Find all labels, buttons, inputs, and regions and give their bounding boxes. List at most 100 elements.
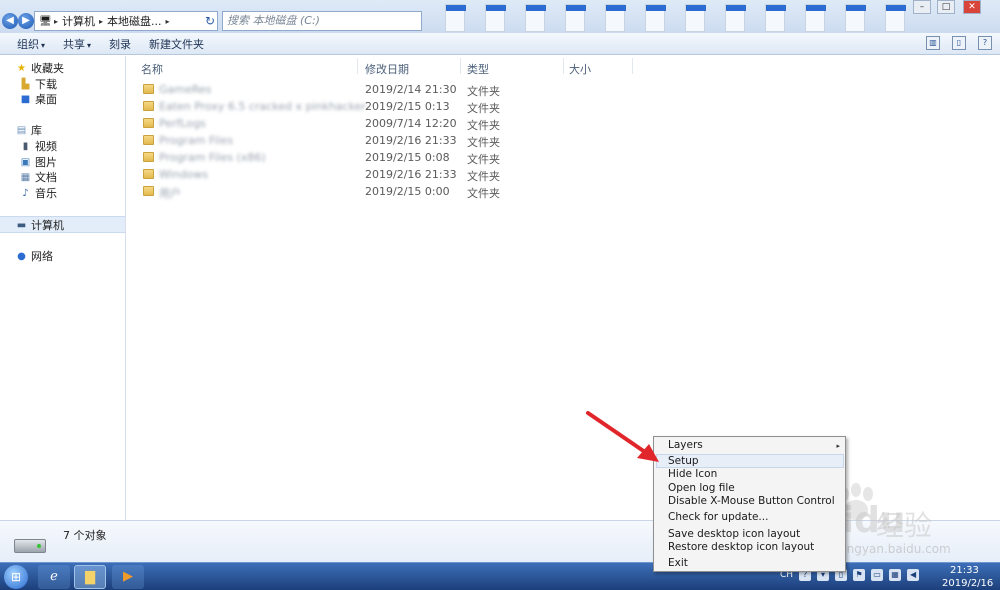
file-type: 文件夹 xyxy=(467,170,500,183)
clock-date[interactable]: 2019/2/16 xyxy=(942,578,993,589)
column-divider[interactable] xyxy=(357,58,358,74)
chevron-right-icon: ▸ xyxy=(165,16,170,26)
table-row[interactable]: Windows 2019/2/16 21:33 文件夹 xyxy=(141,167,541,183)
nav-label: 桌面 xyxy=(35,93,57,106)
table-row[interactable]: Program Files (x86) 2019/2/15 0:08 文件夹 xyxy=(141,150,541,166)
downloads-folder-icon: ▙ xyxy=(21,78,30,90)
table-row[interactable]: PerfLogs 2009/7/14 12:20 文件夹 xyxy=(141,116,541,132)
menu-label: Layers xyxy=(668,439,703,451)
column-divider[interactable] xyxy=(460,58,461,74)
column-modified[interactable]: 修改日期 xyxy=(365,61,409,77)
watermark-cn: 经验 xyxy=(876,509,933,542)
desktop-file-icon xyxy=(845,4,866,32)
clock-time[interactable]: 21:33 xyxy=(950,565,979,576)
menu-item-check-update[interactable]: Check for update... xyxy=(668,511,768,523)
nav-item-network[interactable]: ● 网络 xyxy=(16,249,53,263)
chevron-down-icon: ▾ xyxy=(41,40,46,50)
menu-item-save-layout[interactable]: Save desktop icon layout xyxy=(668,528,800,540)
breadcrumb-local-disk[interactable]: 本地磁盘... xyxy=(107,13,162,29)
file-name: Eaten Proxy 6.5 cracked x pinkhacker xyxy=(159,100,366,113)
column-divider[interactable] xyxy=(632,58,633,74)
file-date: 2019/2/16 21:33 xyxy=(365,168,457,181)
file-name: Program Files xyxy=(159,134,234,147)
menu-item-open-log[interactable]: Open log file xyxy=(668,482,735,494)
network-icon[interactable]: ▦ xyxy=(889,569,902,581)
file-name: GameRes xyxy=(159,83,212,96)
file-type: 文件夹 xyxy=(467,136,500,149)
star-icon: ★ xyxy=(17,62,26,74)
forward-icon[interactable]: ▶ xyxy=(18,13,34,29)
table-row[interactable]: Eaten Proxy 6.5 cracked x pinkhacker 201… xyxy=(141,99,541,115)
organize-button[interactable]: 组织 ▾ xyxy=(8,36,54,52)
nav-item-desktop[interactable]: ■ 桌面 xyxy=(20,92,57,106)
column-divider[interactable] xyxy=(563,58,564,74)
nav-item-downloads[interactable]: ▙ 下载 xyxy=(20,77,57,91)
table-row[interactable]: Program Files 2019/2/16 21:33 文件夹 xyxy=(141,133,541,149)
nav-item-documents[interactable]: ▦ 文档 xyxy=(20,170,57,184)
table-row[interactable]: 用户 2019/2/15 0:00 文件夹 xyxy=(141,184,541,200)
desktop-file-icon xyxy=(685,4,706,32)
column-size[interactable]: 大小 xyxy=(569,61,591,77)
nav-label: 图片 xyxy=(35,156,57,169)
breadcrumb[interactable]: 🖥 ▸ 计算机 ▸ 本地磁盘... ▸ xyxy=(34,11,218,31)
file-date: 2009/7/14 12:20 xyxy=(365,117,457,130)
folder-icon xyxy=(143,169,154,179)
nav-item-computer[interactable]: ▬ 计算机 xyxy=(16,218,64,232)
internet-explorer-icon[interactable]: ℯ xyxy=(38,565,70,589)
display-icon[interactable]: ▭ xyxy=(871,569,884,581)
pictures-icon: ▣ xyxy=(20,156,31,168)
tray-context-menu: Layers ▸ Setup Hide Icon Open log file D… xyxy=(653,436,846,572)
share-button[interactable]: 共享 ▾ xyxy=(54,36,100,52)
nav-item-pictures[interactable]: ▣ 图片 xyxy=(20,155,57,169)
preview-pane-icon[interactable]: ▯ xyxy=(952,36,966,50)
new-folder-button[interactable]: 新建文件夹 xyxy=(140,36,213,52)
chevron-right-icon: ▸ xyxy=(836,442,840,450)
menu-item-hide-icon[interactable]: Hide Icon xyxy=(668,468,717,480)
nav-item-libraries[interactable]: ▤ 库 xyxy=(16,123,42,137)
help-icon[interactable]: ? xyxy=(978,36,992,50)
nav-label: 音乐 xyxy=(35,187,57,200)
desktop-file-icon xyxy=(645,4,666,32)
view-options-icon[interactable]: ▥ xyxy=(926,36,940,50)
file-type: 文件夹 xyxy=(467,102,500,115)
column-name[interactable]: 名称 xyxy=(141,61,163,77)
burn-button[interactable]: 刻录 xyxy=(100,36,140,52)
menu-item-restore-layout[interactable]: Restore desktop icon layout xyxy=(668,541,814,553)
hard-drive-icon xyxy=(14,539,46,553)
folder-icon xyxy=(143,152,154,162)
file-type: 文件夹 xyxy=(467,187,500,200)
desktop-icon: ■ xyxy=(20,93,31,105)
back-icon[interactable]: ◀ xyxy=(2,13,18,29)
taskbar: ⊞ ℯ ▇ ▶ CH ? ▾ ▯ ⚑ ▭ ▦ ◀ 21:33 2019/2/16 xyxy=(0,562,1000,590)
table-row[interactable]: GameRes 2019/2/14 21:30 文件夹 xyxy=(141,82,541,98)
folder-icon xyxy=(143,135,154,145)
menu-item-setup[interactable]: Setup xyxy=(668,455,699,467)
nav-label: 计算机 xyxy=(31,219,64,232)
chevron-down-icon: ▾ xyxy=(87,40,92,50)
close-button[interactable]: ✕ xyxy=(963,0,981,14)
column-type[interactable]: 类型 xyxy=(467,61,489,77)
minimize-button[interactable]: – xyxy=(913,0,931,14)
folder-icon xyxy=(143,186,154,196)
refresh-icon[interactable]: ↻ xyxy=(205,14,215,28)
menu-item-exit[interactable]: Exit xyxy=(668,557,688,569)
maximize-button[interactable]: □ xyxy=(937,0,955,14)
folder-icon xyxy=(143,84,154,94)
flag-icon[interactable]: ⚑ xyxy=(853,569,866,581)
start-button[interactable]: ⊞ xyxy=(4,565,28,589)
nav-label: 库 xyxy=(31,124,42,137)
search-input[interactable]: 搜索 本地磁盘 (C:) xyxy=(222,11,422,31)
menu-item-disable[interactable]: Disable X-Mouse Button Control xyxy=(668,495,835,507)
volume-icon[interactable]: ◀ xyxy=(907,569,920,581)
nav-item-videos[interactable]: ▮ 视频 xyxy=(20,139,57,153)
video-icon: ▮ xyxy=(22,140,29,152)
media-player-icon[interactable]: ▶ xyxy=(112,565,144,589)
explorer-folder-icon[interactable]: ▇ xyxy=(74,565,106,589)
menu-item-layers[interactable]: Layers ▸ xyxy=(668,439,844,451)
file-type: 文件夹 xyxy=(467,85,500,98)
computer-icon: ▬ xyxy=(16,219,27,231)
desktop-file-icon xyxy=(765,4,786,32)
breadcrumb-computer[interactable]: 计算机 xyxy=(62,13,95,29)
nav-item-favorites[interactable]: ★ 收藏夹 xyxy=(16,61,64,75)
nav-item-music[interactable]: ♪ 音乐 xyxy=(20,186,57,200)
